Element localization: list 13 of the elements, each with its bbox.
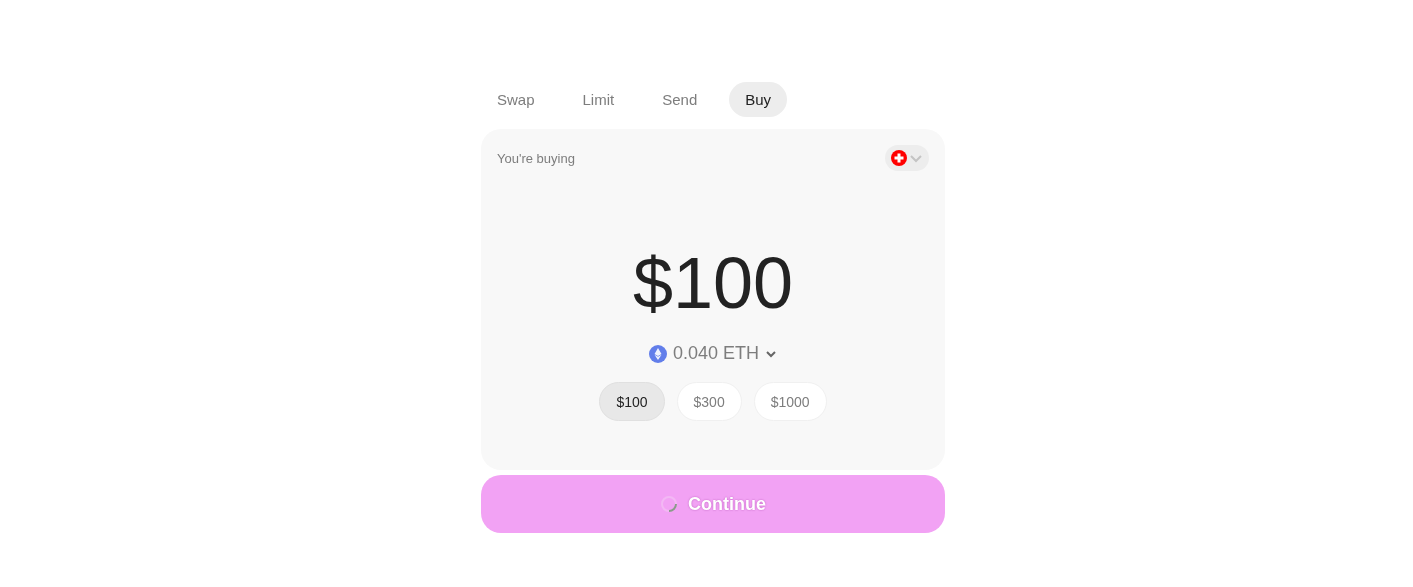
amount-display: $100 (631, 247, 795, 319)
preset-amount-button[interactable]: $300 (676, 382, 742, 421)
preset-amount-button[interactable]: $1000 (753, 382, 827, 421)
region-selector[interactable] (885, 145, 929, 171)
conversion-amount[interactable]: 0.040 ETH (672, 343, 759, 364)
tab[interactable]: Limit (566, 82, 631, 117)
tab[interactable]: Send (646, 82, 714, 117)
tab[interactable]: Swap (481, 82, 551, 117)
flag-icon (891, 150, 907, 166)
ethereum-icon (648, 344, 667, 363)
section-label: You're buying (497, 150, 575, 166)
preset-amount-button[interactable]: $100 (599, 382, 665, 421)
tab[interactable]: Buy (729, 82, 788, 117)
